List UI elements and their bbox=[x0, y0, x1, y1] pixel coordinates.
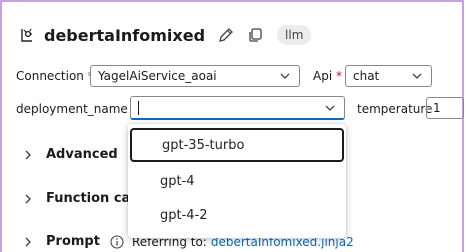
chevron-right-icon bbox=[25, 237, 31, 246]
dropdown-option-gpt-4-2[interactable]: gpt-4-2 bbox=[130, 198, 344, 232]
connection-select[interactable]: YagelAiService_aoai bbox=[90, 65, 300, 87]
info-icon[interactable] bbox=[110, 234, 124, 249]
dropdown-option-gpt-4[interactable]: gpt-4 bbox=[130, 164, 344, 198]
llm-node-card: debertaInfomixed llm Connection * YagelA… bbox=[0, 0, 464, 252]
api-label-text: Api bbox=[313, 69, 333, 83]
chevron-down-icon bbox=[412, 73, 422, 79]
api-label: Api * bbox=[313, 69, 342, 83]
temperature-input[interactable]: 1 bbox=[426, 97, 464, 119]
dropdown-option-gpt-35-turbo[interactable]: gpt-35-turbo bbox=[130, 128, 344, 162]
node-type-badge: llm bbox=[277, 25, 312, 45]
function-calling-section-toggle[interactable]: Function calli bbox=[22, 191, 144, 206]
pencil-icon[interactable] bbox=[217, 26, 235, 44]
connection-label: Connection * bbox=[16, 69, 94, 83]
copy-icon[interactable] bbox=[247, 26, 265, 44]
connection-value: YagelAiService_aoai bbox=[98, 69, 217, 83]
temperature-label: temperature bbox=[357, 102, 433, 116]
llm-node-icon bbox=[21, 28, 32, 42]
required-mark: * bbox=[336, 69, 342, 83]
temperature-value: 1 bbox=[433, 101, 441, 115]
node-title: debertaInfomixed bbox=[44, 25, 206, 45]
chevron-down-icon bbox=[280, 73, 290, 79]
api-value: chat bbox=[353, 69, 380, 83]
prompt-section-label: Prompt bbox=[46, 234, 100, 249]
text-caret bbox=[138, 100, 139, 115]
advanced-section-toggle[interactable]: Advanced bbox=[22, 147, 118, 162]
deployment-label-text: deployment_name bbox=[16, 102, 128, 116]
api-select[interactable]: chat bbox=[345, 65, 432, 87]
node-header: debertaInfomixed llm bbox=[18, 22, 312, 48]
chevron-right-icon bbox=[25, 150, 31, 159]
chevron-down-icon[interactable] bbox=[324, 102, 336, 114]
deployment-dropdown-list: gpt-35-turbo gpt-4 gpt-4-2 bbox=[128, 124, 346, 238]
chevron-right-icon bbox=[25, 194, 31, 203]
advanced-section-label: Advanced bbox=[46, 147, 118, 162]
deployment-label: deployment_name * bbox=[16, 102, 138, 116]
connection-label-text: Connection bbox=[16, 69, 84, 83]
deployment-name-combobox[interactable] bbox=[130, 96, 345, 120]
